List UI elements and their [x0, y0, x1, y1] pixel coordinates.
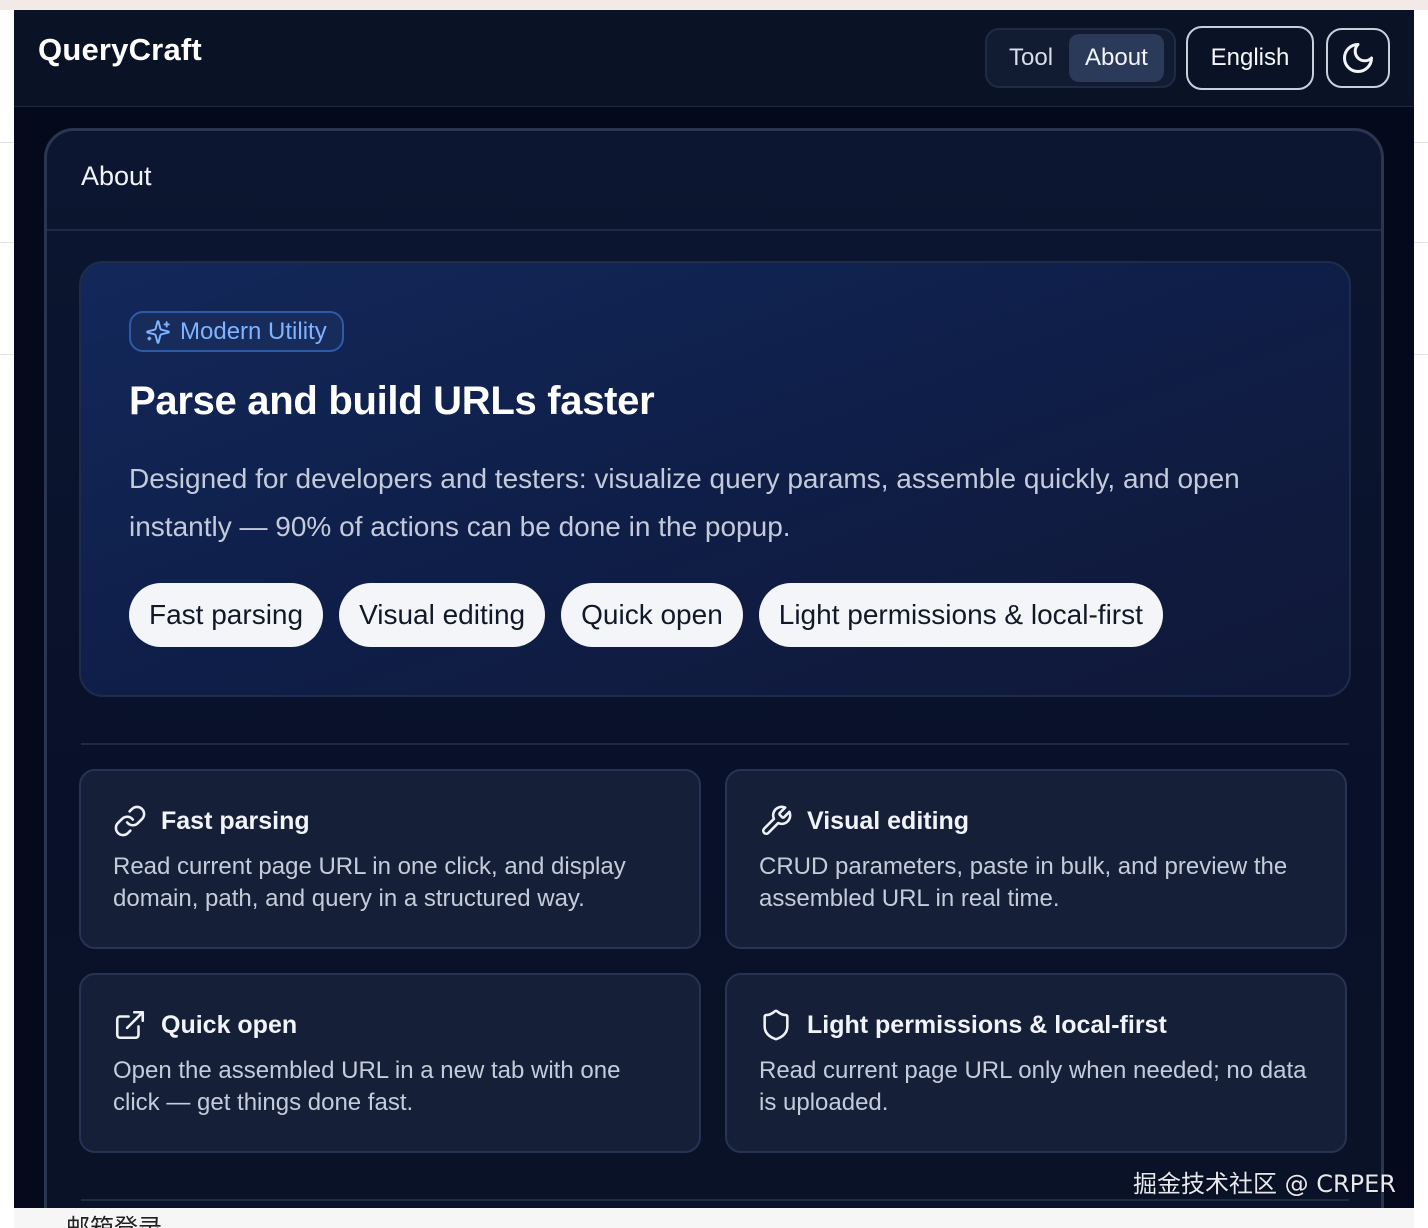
moon-icon [1340, 40, 1376, 76]
chip-fast-parsing: Fast parsing [129, 583, 324, 647]
feature-title: Light permissions & local-first [807, 1010, 1167, 1039]
nav-tabs: Tool About [985, 28, 1176, 88]
feature-description: Read current page URL only when needed; … [759, 1057, 1307, 1116]
badge-label: Modern Utility [180, 317, 327, 345]
chip-light-permissions: Light permissions & local-first [758, 583, 1163, 647]
chip-visual-editing: Visual editing [339, 583, 546, 647]
top-bar: QueryCraft Tool About English [14, 10, 1414, 107]
feature-title: Visual editing [807, 806, 970, 835]
hero-section: Modern Utility Parse and build URLs fast… [79, 261, 1351, 697]
tab-tool[interactable]: Tool [993, 34, 1069, 82]
section-divider-bottom [81, 1199, 1349, 1201]
feature-title: Fast parsing [161, 806, 310, 835]
feature-description: CRUD parameters, paste in bulk, and prev… [759, 853, 1288, 912]
hero-title: Parse and build URLs faster [129, 379, 655, 423]
watermark: 掘金技术社区 @ CRPER [1132, 1170, 1396, 1198]
feature-title: Quick open [161, 1010, 298, 1039]
tab-about[interactable]: About [1069, 34, 1164, 82]
card-header: About [47, 131, 1381, 231]
background-page-left-edge [0, 10, 14, 1228]
feature-card-visual-editing: Visual editing CRUD parameters, paste in… [725, 769, 1347, 949]
app-title: QueryCraft [38, 32, 202, 67]
feature-card-light-permissions: Light permissions & local-first Read cur… [725, 973, 1347, 1153]
feature-chips: Fast parsing Visual editing Quick open L… [129, 583, 1163, 647]
link-icon [113, 804, 147, 838]
shield-icon [759, 1008, 793, 1042]
theme-toggle-button[interactable] [1326, 28, 1390, 88]
background-page-strip [0, 0, 1428, 10]
language-button[interactable]: English [1186, 26, 1314, 90]
feature-card-quick-open: Quick open Open the assembled URL in a n… [79, 973, 701, 1153]
about-card: About Modern Utility Parse and build URL… [44, 128, 1384, 1208]
feature-description: Open the assembled URL in a new tab with… [113, 1057, 621, 1116]
feature-card-fast-parsing: Fast parsing Read current page URL in on… [79, 769, 701, 949]
feature-description: Read current page URL in one click, and … [113, 853, 626, 912]
extension-popup: QueryCraft Tool About English About Mode… [14, 10, 1414, 1208]
background-page-right-edge [1414, 10, 1428, 1228]
external-link-icon [113, 1008, 147, 1042]
hero-description: Designed for developers and testers: vis… [129, 463, 1240, 542]
sparkles-icon [145, 319, 171, 345]
wrench-icon [759, 804, 793, 838]
chip-quick-open: Quick open [561, 583, 743, 647]
section-divider [81, 743, 1349, 745]
modern-utility-badge: Modern Utility [129, 311, 344, 352]
background-page-text: 邮箱登录 [66, 1214, 162, 1228]
